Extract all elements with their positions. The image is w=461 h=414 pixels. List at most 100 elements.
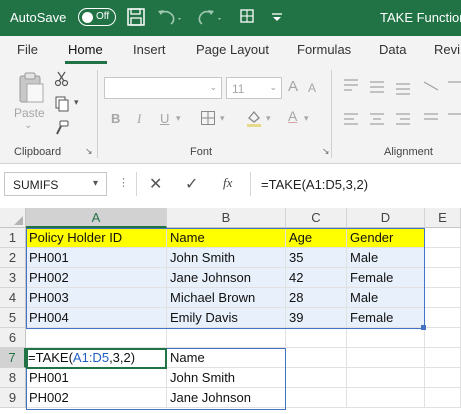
row-header-2[interactable]: 2 — [0, 248, 26, 268]
cell-b5[interactable]: Emily Davis — [167, 308, 286, 328]
redo-icon[interactable] — [195, 6, 225, 28]
tab-data[interactable]: Data — [379, 42, 406, 57]
cell-a4[interactable]: PH003 — [26, 288, 167, 308]
cell-e6[interactable] — [425, 328, 461, 348]
tab-page-layout[interactable]: Page Layout — [196, 42, 269, 57]
column-header-a[interactable]: A — [26, 208, 167, 228]
select-all-button[interactable] — [0, 208, 26, 228]
column-header-c[interactable]: C — [286, 208, 347, 228]
bold-button[interactable]: B — [111, 111, 120, 126]
cell-a5[interactable]: PH004 — [26, 308, 167, 328]
cell-c3[interactable]: 42 — [286, 268, 347, 288]
cell-b8[interactable]: John Smith — [167, 368, 286, 388]
cell-c5[interactable]: 39 — [286, 308, 347, 328]
cell-e8[interactable] — [425, 368, 461, 388]
autosave-toggle[interactable]: Off — [78, 8, 116, 26]
font-size-box[interactable]: 11 ⌄ — [226, 77, 282, 99]
cell-c1[interactable]: Age — [286, 228, 347, 248]
alignment-buttons-icon[interactable] — [340, 76, 461, 132]
cell-d3[interactable]: Female — [347, 268, 425, 288]
cell-e1[interactable] — [425, 228, 461, 248]
font-launcher-icon[interactable]: ↘ — [322, 146, 330, 157]
cell-b4[interactable]: Michael Brown — [167, 288, 286, 308]
paste-dropdown-icon[interactable]: ⌄ — [24, 120, 32, 131]
font-color-icon[interactable]: A — [288, 108, 297, 124]
row-header-1[interactable]: 1 — [0, 228, 26, 248]
italic-button[interactable]: I — [137, 111, 141, 127]
underline-button[interactable]: U — [160, 111, 169, 126]
cell-d4[interactable]: Male — [347, 288, 425, 308]
cell-d2[interactable]: Male — [347, 248, 425, 268]
cell-c9[interactable] — [286, 388, 347, 408]
cell-a3[interactable]: PH002 — [26, 268, 167, 288]
cancel-icon[interactable]: ✕ — [149, 174, 162, 194]
tab-insert[interactable]: Insert — [133, 42, 166, 57]
column-header-b[interactable]: B — [167, 208, 286, 228]
column-header-d[interactable]: D — [347, 208, 425, 228]
increase-font-icon[interactable]: A — [288, 78, 298, 95]
cell-a8[interactable]: PH001 — [26, 368, 167, 388]
row-header-6[interactable]: 6 — [0, 328, 26, 348]
cell-b2[interactable]: John Smith — [167, 248, 286, 268]
cell-b7[interactable]: Name — [167, 348, 286, 368]
cell-e3[interactable] — [425, 268, 461, 288]
cell-a1[interactable]: Policy Holder ID — [26, 228, 167, 248]
row-header-3[interactable]: 3 — [0, 268, 26, 288]
row-header-7[interactable]: 7 — [0, 348, 26, 368]
clipboard-launcher-icon[interactable]: ↘ — [85, 146, 93, 157]
cell-c2[interactable]: 35 — [286, 248, 347, 268]
row-header-8[interactable]: 8 — [0, 368, 26, 388]
copy-icon[interactable] — [54, 96, 70, 112]
cell-d9[interactable] — [347, 388, 425, 408]
cell-d6[interactable] — [347, 328, 425, 348]
tab-home[interactable]: Home — [68, 42, 103, 57]
cell-a6[interactable] — [26, 328, 167, 348]
cell-b3[interactable]: Jane Johnson — [167, 268, 286, 288]
table-style-icon[interactable] — [238, 6, 262, 28]
enter-icon[interactable]: ✓ — [185, 174, 198, 194]
font-name-box[interactable]: ⌄ — [104, 77, 222, 99]
cell-b1[interactable]: Name — [167, 228, 286, 248]
cell-e9[interactable] — [425, 388, 461, 408]
tab-formulas[interactable]: Formulas — [297, 42, 351, 57]
customize-qat-icon[interactable] — [266, 6, 288, 28]
insert-function-button[interactable]: fx — [223, 175, 232, 191]
formula-bar-grip-icon[interactable]: ⋮ — [118, 176, 129, 189]
fill-color-dropdown-icon[interactable]: ▾ — [266, 113, 271, 124]
copy-dropdown-icon[interactable]: ▾ — [74, 97, 79, 108]
decrease-font-icon[interactable]: A — [308, 81, 316, 95]
cell-e5[interactable] — [425, 308, 461, 328]
cell-d7[interactable] — [347, 348, 425, 368]
borders-dropdown-icon[interactable]: ▾ — [220, 113, 225, 124]
range-resize-handle[interactable] — [421, 325, 426, 330]
cell-d8[interactable] — [347, 368, 425, 388]
column-header-e[interactable]: E — [425, 208, 461, 228]
cell-c4[interactable]: 28 — [286, 288, 347, 308]
paste-icon[interactable] — [14, 70, 46, 104]
row-header-5[interactable]: 5 — [0, 308, 26, 328]
save-icon[interactable] — [125, 6, 147, 28]
formula-input[interactable]: =TAKE(A1:D5,3,2) — [250, 172, 461, 196]
cell-b9[interactable]: Jane Johnson — [167, 388, 286, 408]
format-painter-icon[interactable] — [54, 120, 70, 136]
cut-icon[interactable] — [54, 71, 70, 87]
undo-icon[interactable] — [155, 6, 185, 28]
cell-a9[interactable]: PH002 — [26, 388, 167, 408]
cell-e2[interactable] — [425, 248, 461, 268]
cell-c7[interactable] — [286, 348, 347, 368]
cell-e4[interactable] — [425, 288, 461, 308]
cell-c6[interactable] — [286, 328, 347, 348]
cell-c8[interactable] — [286, 368, 347, 388]
borders-icon[interactable] — [200, 110, 216, 126]
tab-review[interactable]: Revi — [434, 42, 460, 57]
font-color-dropdown-icon[interactable]: ▾ — [304, 113, 309, 124]
cell-e7[interactable] — [425, 348, 461, 368]
name-box[interactable]: SUMIFS ▾ — [4, 172, 107, 196]
cell-d5[interactable]: Female — [347, 308, 425, 328]
paste-label[interactable]: Paste — [14, 106, 45, 120]
cell-d1[interactable]: Gender — [347, 228, 425, 248]
fill-color-icon[interactable] — [245, 109, 263, 127]
cell-a2[interactable]: PH001 — [26, 248, 167, 268]
tab-file[interactable]: File — [17, 42, 38, 57]
cell-b6[interactable] — [167, 328, 286, 348]
